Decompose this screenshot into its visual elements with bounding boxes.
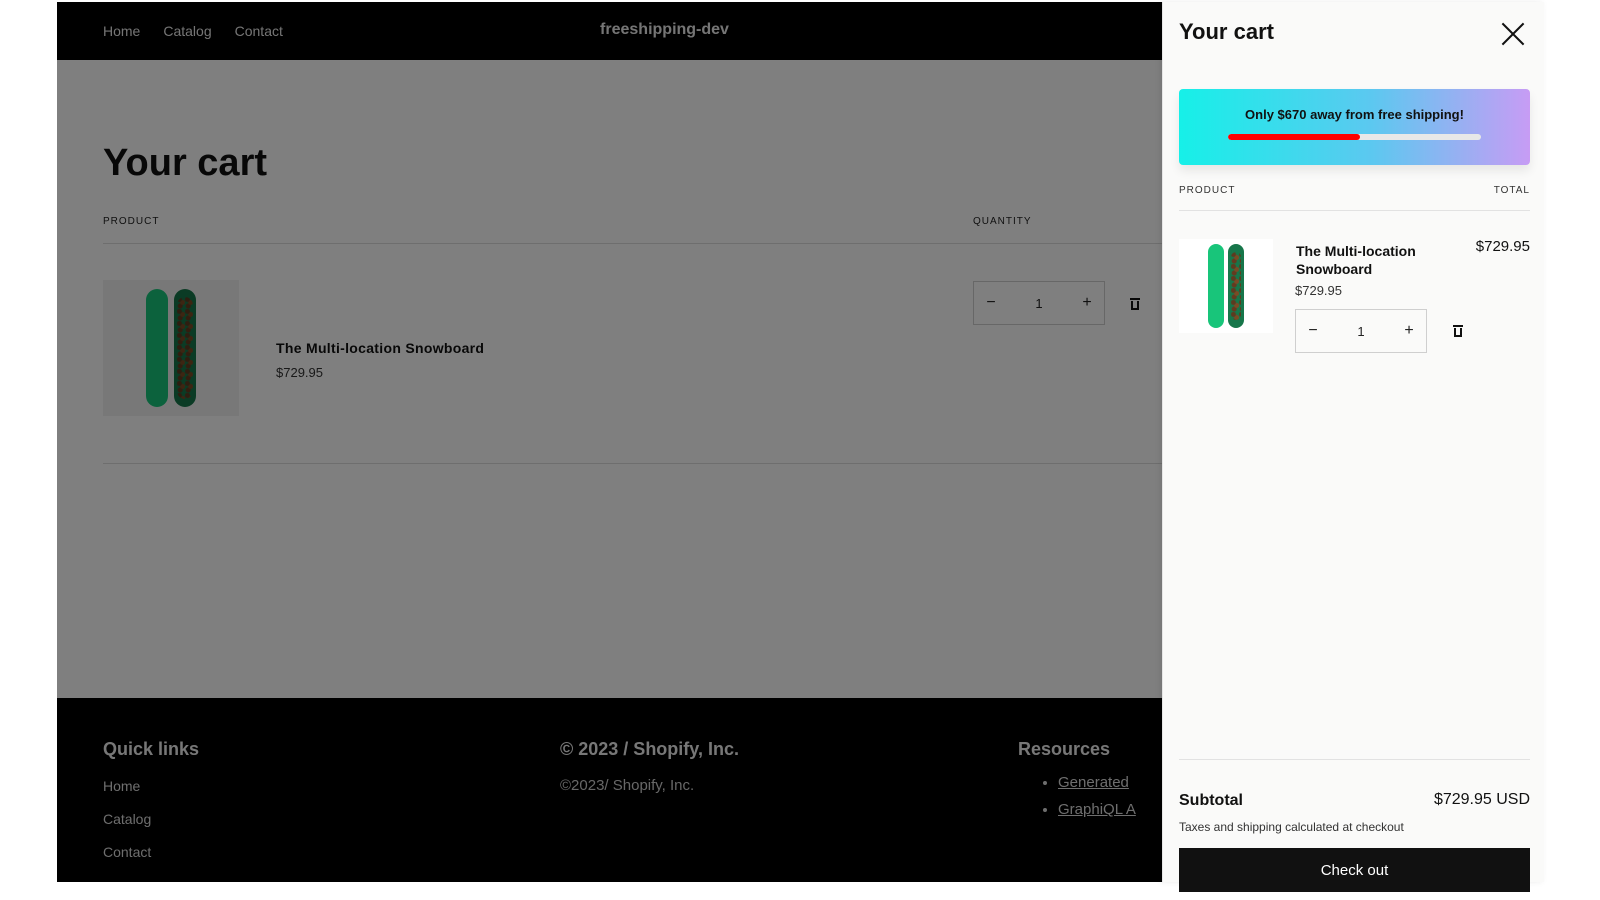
cart-drawer: Your cart Only $670 away from free shipp… (1162, 2, 1544, 892)
subtotal-label: Subtotal (1179, 792, 1243, 809)
drawer-col-total: TOTAL (1493, 185, 1530, 196)
free-shipping-progress-fill (1228, 134, 1360, 140)
close-icon[interactable] (1500, 21, 1526, 47)
drawer-col-product: PRODUCT (1179, 185, 1236, 196)
snowboard-top-image (1208, 244, 1224, 328)
drawer-quantity-stepper: − 1 + (1295, 309, 1427, 353)
snowboard-bottom-image (1228, 244, 1244, 328)
qty-decrease-button[interactable]: − (1296, 322, 1330, 340)
drawer-product-image[interactable] (1179, 239, 1273, 333)
drawer-title: Your cart (1179, 19, 1274, 44)
checkout-button[interactable]: Check out (1179, 848, 1530, 892)
drawer-item-total: $729.95 (1475, 238, 1530, 255)
free-shipping-progress-bar (1228, 134, 1481, 140)
divider (1179, 210, 1530, 211)
subtotal-value: $729.95 USD (1433, 791, 1530, 808)
drawer-item-price: $729.95 (1295, 283, 1342, 298)
free-shipping-message: Only $670 away from free shipping! (1245, 107, 1464, 122)
qty-value[interactable]: 1 (1357, 324, 1364, 339)
qty-increase-button[interactable]: + (1392, 322, 1426, 340)
free-shipping-banner: Only $670 away from free shipping! (1179, 89, 1530, 165)
divider (1179, 759, 1530, 760)
page-dim-overlay[interactable] (57, 2, 1162, 882)
trash-icon[interactable] (1453, 325, 1463, 337)
drawer-item-name[interactable]: The Multi-location Snowboard (1296, 242, 1436, 278)
tax-note: Taxes and shipping calculated at checkou… (1179, 820, 1404, 834)
